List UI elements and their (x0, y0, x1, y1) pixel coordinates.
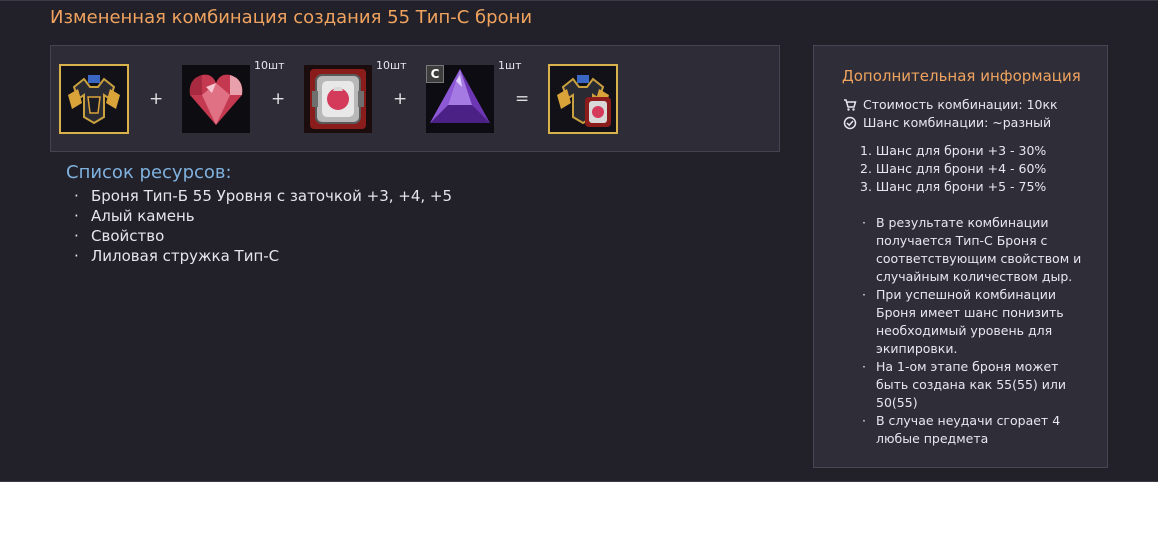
quantity-label: 1шт (498, 59, 522, 72)
note-item: При успешной комбинации Броня имеет шанс… (862, 286, 1084, 358)
red-gem-icon (182, 65, 250, 133)
quantity-label: 10шт (254, 59, 285, 72)
notes-list: В результате комбинации получается Тип-С… (862, 214, 1084, 448)
resource-item: Алый камень (74, 206, 452, 226)
info-title: Дополнительная информация (842, 67, 1081, 85)
resource-item: Свойство (74, 226, 452, 246)
cost-row: Стоимость комбинации: 10кк (843, 97, 1058, 112)
note-item: На 1-ом этапе броня может быть создана к… (862, 358, 1084, 412)
equals-sign: = (515, 89, 530, 109)
note-item: В случае неудачи сгорает 4 любые предмет… (862, 412, 1084, 448)
chance-icon (843, 116, 857, 130)
result-armor-c[interactable] (548, 64, 618, 134)
plus-sign: + (271, 89, 286, 109)
ingredient-red-gem[interactable]: 10шт (182, 59, 284, 133)
page-title: Измененная комбинация создания 55 Тип-C … (50, 7, 533, 28)
chance-row: Шанс комбинации: ~разный (843, 115, 1051, 130)
combination-panel: Измененная комбинация создания 55 Тип-C … (0, 0, 1158, 482)
resource-item: Лиловая стружка Тип-С (74, 246, 452, 266)
resources-title: Список ресурсов: (66, 162, 232, 183)
recipe-row: + 10шт + 10шт + C 1шт = (50, 45, 780, 152)
ingredient-property[interactable]: 10шт (304, 59, 406, 133)
chance-item: 1. Шанс для брони +3 - 30% (860, 143, 1047, 158)
armor-c-icon (549, 65, 617, 133)
resource-item: Броня Тип-Б 55 Уровня с заточкой +3, +4,… (74, 186, 452, 206)
info-panel: Дополнительная информация Стоимость комб… (813, 45, 1108, 468)
cart-icon (843, 98, 857, 112)
grade-badge: C (426, 65, 444, 83)
property-scroll-icon (304, 65, 372, 133)
plus-sign: + (149, 89, 164, 109)
ingredient-purple-crystal[interactable]: C 1шт (426, 59, 521, 133)
cost-text: Стоимость комбинации: 10кк (863, 97, 1058, 112)
chance-item: 3. Шанс для брони +5 - 75% (860, 179, 1047, 194)
chance-list: 1. Шанс для брони +3 - 30% 2. Шанс для б… (860, 142, 1046, 196)
resources-list: Броня Тип-Б 55 Уровня с заточкой +3, +4,… (74, 186, 452, 266)
plus-sign: + (393, 89, 408, 109)
chance-text: Шанс комбинации: ~разный (863, 115, 1052, 130)
note-item: В результате комбинации получается Тип-С… (862, 214, 1084, 286)
chance-item: 2. Шанс для брони +4 - 60% (860, 161, 1047, 176)
ingredient-armor-b[interactable] (59, 64, 129, 134)
quantity-label: 10шт (376, 59, 407, 72)
armor-b-icon (60, 65, 128, 133)
